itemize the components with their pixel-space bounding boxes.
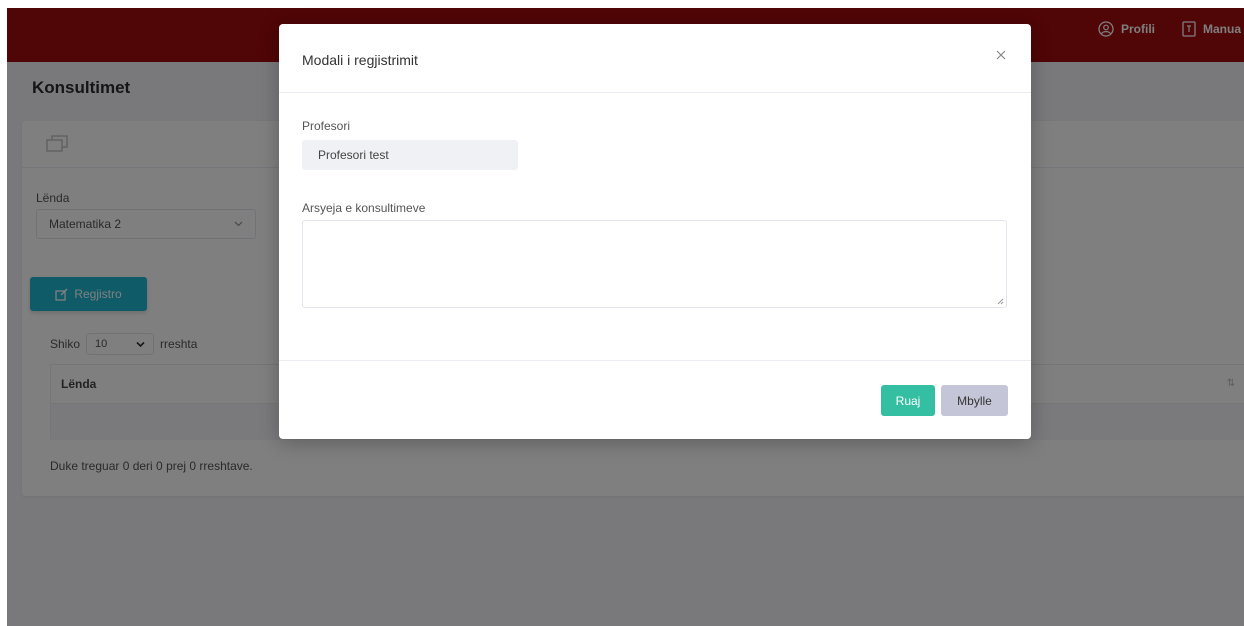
reason-textarea[interactable] [302, 220, 1007, 308]
resize-grip-icon[interactable] [997, 298, 1004, 305]
close-button[interactable]: Mbylle [941, 385, 1008, 416]
modal-header: Modali i regjistrimit [279, 24, 1031, 93]
modal-title: Modali i regjistrimit [302, 52, 418, 68]
modal-footer: Ruaj Mbylle [279, 360, 1031, 440]
registration-modal: Modali i regjistrimit Profesori Profesor… [279, 24, 1031, 439]
professor-label: Profesori [302, 119, 351, 133]
reason-label: Arsyeja e konsultimeve [302, 201, 426, 215]
professor-field: Profesori test [302, 140, 518, 170]
close-icon[interactable] [994, 48, 1008, 62]
save-button[interactable]: Ruaj [881, 385, 935, 416]
